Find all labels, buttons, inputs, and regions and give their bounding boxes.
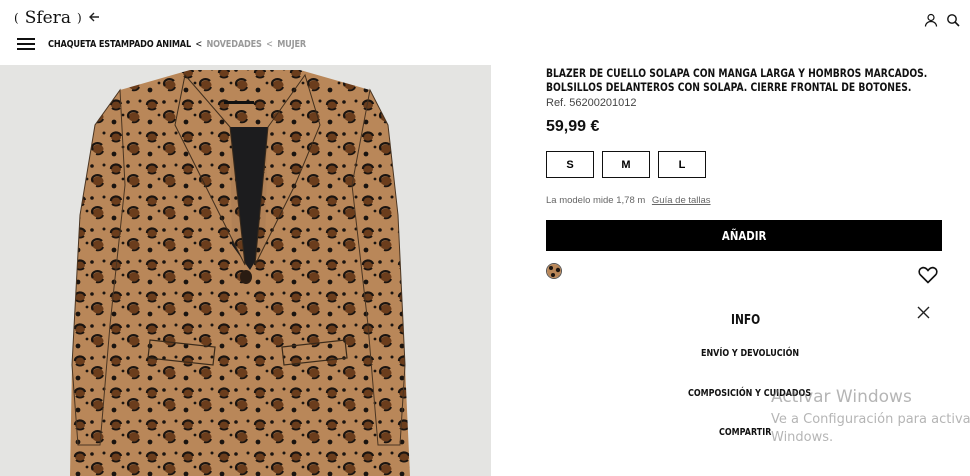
breadcrumb-separator: < xyxy=(195,39,203,50)
leopard-blazer-image xyxy=(0,65,491,476)
add-to-cart-label: AÑADIR xyxy=(721,228,767,243)
windows-activation-watermark: Activar Windows Ve a Configuración para … xyxy=(771,387,970,447)
logo-paren-right: ) xyxy=(76,11,82,25)
watermark-line-2: Windows. xyxy=(771,430,834,445)
breadcrumb-mujer[interactable]: MUJER xyxy=(277,39,306,50)
product-price: 59,99 € xyxy=(546,118,600,135)
size-m-button[interactable]: M xyxy=(602,151,650,178)
size-l-button[interactable]: L xyxy=(658,151,706,178)
logo-text: Sfera xyxy=(24,8,71,28)
breadcrumb-separator: < xyxy=(266,39,273,50)
close-icon[interactable] xyxy=(917,306,930,319)
hamburger-menu-icon[interactable] xyxy=(17,38,35,51)
breadcrumb-novedades[interactable]: NOVEDADES xyxy=(206,39,261,50)
add-to-cart-button[interactable]: AÑADIR xyxy=(546,220,942,251)
arrow-left-icon[interactable] xyxy=(88,10,100,27)
product-image[interactable] xyxy=(0,65,491,476)
user-icon[interactable] xyxy=(924,13,938,27)
breadcrumb-current: CHAQUETA ESTAMPADO ANIMAL xyxy=(48,39,191,50)
heart-icon[interactable] xyxy=(918,266,938,284)
watermark-title: Activar Windows xyxy=(771,387,912,407)
size-guide-link[interactable]: Guía de tallas xyxy=(652,195,711,206)
watermark-line-1: Ve a Configuración para activar xyxy=(771,412,970,427)
model-height: La modelo mide 1,78 m xyxy=(546,195,646,206)
shipping-returns-link[interactable]: ENVÍO Y DEVOLUCIÓN xyxy=(701,348,799,359)
color-swatch-leopard[interactable] xyxy=(546,263,562,279)
share-link[interactable]: COMPARTIR xyxy=(719,427,771,438)
description-line-2: BOLSILLOS DELANTEROS CON SOLAPA. CIERRE … xyxy=(546,80,912,94)
size-s-button[interactable]: S xyxy=(546,151,594,178)
size-selector: S M L xyxy=(546,151,706,178)
product-description: BLAZER DE CUELLO SOLAPA CON MANGA LARGA … xyxy=(546,66,946,94)
model-info: La modelo mide 1,78 m Guía de tallas xyxy=(546,195,711,206)
search-icon[interactable] xyxy=(946,13,960,27)
description-line-1: BLAZER DE CUELLO SOLAPA CON MANGA LARGA … xyxy=(546,66,928,80)
sfera-logo[interactable]: ( Sfera ) xyxy=(14,8,82,28)
logo-paren-left: ( xyxy=(14,11,19,25)
info-title: INFO xyxy=(731,313,761,328)
product-reference: Ref. 56200201012 xyxy=(546,97,637,109)
breadcrumb: CHAQUETA ESTAMPADO ANIMAL < NOVEDADES < … xyxy=(48,39,306,50)
